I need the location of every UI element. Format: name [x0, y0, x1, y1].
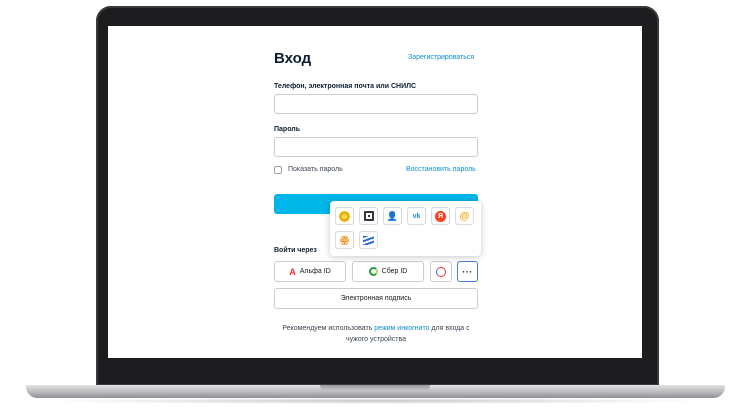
gosuslugi-button[interactable]	[430, 261, 452, 282]
page-title: Вход	[274, 50, 312, 67]
esignature-button[interactable]: Электронная подпись	[274, 288, 478, 309]
laptop-shadow	[40, 398, 710, 404]
more-providers-button[interactable]: ···	[457, 261, 478, 282]
gold-emblem-icon[interactable]	[335, 207, 354, 225]
login-screen: Вход Зарегистрироваться Телефон, электро…	[108, 26, 642, 358]
login-field-label: Телефон, электронная почта или СНИЛС	[274, 83, 417, 90]
password-field-label: Пароль	[274, 126, 301, 133]
qr-scan-icon[interactable]	[359, 207, 378, 225]
show-password-checkbox[interactable]	[274, 166, 282, 174]
providers-popup: 👤 vk Я @ ꙮ	[330, 201, 481, 256]
gosuslugi-icon	[436, 266, 446, 277]
alfa-id-label: Альфа ID	[299, 268, 331, 275]
login-input[interactable]	[274, 94, 478, 114]
incognito-recommendation: Рекомендуем использовать режим инкогнито…	[274, 323, 478, 345]
stripes-logo-icon[interactable]	[359, 231, 378, 249]
sber-id-button[interactable]: Сбер ID	[352, 261, 424, 282]
odnoklassniki-icon[interactable]: ꙮ	[335, 231, 354, 249]
mail-ru-icon[interactable]: @	[455, 207, 474, 225]
login-via-label: Войти через	[274, 247, 317, 254]
alfa-bank-icon: А	[289, 266, 296, 277]
laptop-notch	[320, 385, 430, 391]
alfa-id-button[interactable]: А Альфа ID	[274, 261, 346, 282]
sber-id-label: Сбер ID	[381, 268, 408, 275]
person-card-icon[interactable]: 👤	[383, 207, 402, 225]
vk-icon[interactable]: vk	[407, 207, 426, 225]
recommend-prefix: Рекомендуем использовать	[282, 325, 375, 332]
password-input[interactable]	[274, 137, 478, 157]
sber-icon	[368, 267, 378, 276]
incognito-link[interactable]: режим инкогнито	[374, 325, 429, 332]
restore-password-link[interactable]: Восстановить пароль	[406, 166, 476, 173]
show-password-label[interactable]: Показать пароль	[288, 166, 343, 173]
yandex-icon[interactable]: Я	[431, 207, 450, 225]
register-link[interactable]: Зарегистрироваться	[408, 54, 474, 61]
